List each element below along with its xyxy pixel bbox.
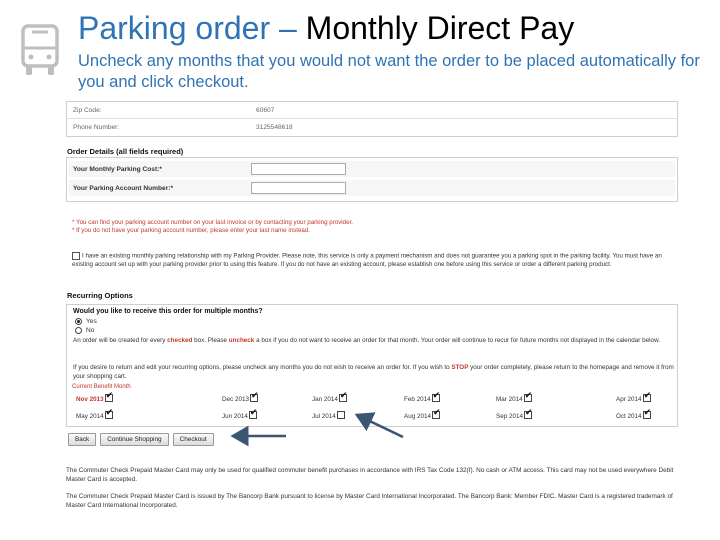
recurring-edit-instructions: If you desire to return and edit your re… bbox=[73, 363, 677, 381]
month-checkbox[interactable] bbox=[431, 408, 441, 419]
recurring-instructions: An order will be created for every check… bbox=[73, 336, 677, 345]
month-checkbox[interactable] bbox=[104, 408, 113, 419]
month-label: Nov 2013 bbox=[76, 396, 104, 403]
address-row: Phone Number: 3125548618 bbox=[67, 119, 677, 136]
month-cell[interactable]: Apr 2014 bbox=[616, 391, 651, 403]
agreement-text-block: I have an existing monthly parking relat… bbox=[72, 252, 678, 270]
month-label: Jun 2014 bbox=[222, 413, 248, 420]
parking-account-input[interactable] bbox=[251, 182, 346, 194]
form-row: Your Monthly Parking Cost:* bbox=[69, 161, 675, 177]
month-cell[interactable]: May 2014 bbox=[76, 408, 113, 420]
month-cell[interactable]: Mar 2014 bbox=[496, 391, 532, 403]
month-checkbox[interactable] bbox=[248, 408, 257, 419]
address-table: Zip Code: 60607 Phone Number: 3125548618 bbox=[66, 101, 678, 137]
instr-text-e: a box if you do not want to receive an o… bbox=[254, 337, 661, 344]
month-checkbox[interactable] bbox=[338, 391, 347, 402]
address-value: 3125548618 bbox=[256, 124, 293, 131]
recurring-options-heading: Recurring Options bbox=[67, 291, 133, 300]
month-cell[interactable]: Oct 2014 bbox=[616, 408, 651, 420]
parking-account-label: Your Parking Account Number:* bbox=[73, 184, 174, 192]
slide-title-part2: Monthly Direct Pay bbox=[296, 10, 575, 46]
month-cell[interactable]: Jul 2014 bbox=[312, 411, 345, 420]
footer-issuer-notice: The Commuter Check Prepaid Master Card i… bbox=[66, 493, 673, 509]
radio-yes[interactable]: Yes bbox=[75, 318, 97, 325]
address-label: Phone Number: bbox=[73, 124, 120, 131]
agreement-text: I have an existing monthly parking relat… bbox=[72, 252, 662, 269]
radio-no-label: No bbox=[86, 327, 95, 334]
radio-yes-dot[interactable] bbox=[75, 318, 82, 325]
instr-checked: checked bbox=[167, 337, 193, 344]
month-checkbox[interactable] bbox=[523, 391, 532, 402]
month-label: Jul 2014 bbox=[312, 413, 336, 420]
month-cell[interactable]: Aug 2014 bbox=[404, 408, 441, 420]
agreement-checkbox[interactable] bbox=[72, 252, 80, 260]
month-label: Aug 2014 bbox=[404, 413, 431, 420]
month-cell[interactable]: Nov 2013 bbox=[76, 391, 113, 403]
address-label: Zip Code: bbox=[73, 106, 102, 114]
parking-cost-label: Your Monthly Parking Cost:* bbox=[73, 165, 162, 173]
footer-disclaimer: The Commuter Check Prepaid Master Card m… bbox=[66, 467, 674, 483]
instr-text-a: An order will be created for every bbox=[73, 337, 168, 344]
multiple-months-question: Would you like to receive this order for… bbox=[73, 308, 263, 315]
slide-title: Parking order – Monthly Direct Pay bbox=[78, 10, 574, 47]
order-page-screenshot: Zip Code: 60607 Phone Number: 3125548618… bbox=[64, 100, 680, 520]
month-label: Jan 2014 bbox=[312, 396, 338, 403]
order-details-heading: Order Details (all fields required) bbox=[67, 147, 184, 156]
account-number-note: * You can find your parking account numb… bbox=[72, 219, 354, 226]
month-checkbox[interactable] bbox=[523, 408, 533, 419]
action-buttons: Back Continue Shopping Checkout bbox=[68, 433, 214, 446]
instr-uncheck: uncheck bbox=[228, 337, 255, 344]
month-label: Sep 2014 bbox=[496, 413, 523, 420]
month-checkbox[interactable] bbox=[104, 391, 113, 402]
back-button[interactable]: Back bbox=[68, 433, 97, 446]
parking-cost-input[interactable] bbox=[251, 163, 346, 175]
current-benefit-month-label: Current Benefit Month bbox=[72, 384, 131, 390]
form-row: Your Parking Account Number:* bbox=[69, 180, 675, 196]
checkout-button[interactable]: Checkout bbox=[172, 433, 214, 446]
slide-subtitle: Uncheck any months that you would not wa… bbox=[78, 52, 700, 91]
month-cell[interactable]: Feb 2014 bbox=[404, 391, 440, 403]
month-label: Mar 2014 bbox=[496, 396, 523, 403]
radio-no[interactable]: No bbox=[75, 327, 94, 334]
slide-title-part1: Parking order – bbox=[78, 10, 297, 46]
radio-yes-label: Yes bbox=[86, 318, 97, 325]
month-label: Dec 2013 bbox=[222, 396, 249, 403]
month-cell[interactable]: Dec 2013 bbox=[222, 391, 259, 403]
month-checkbox[interactable] bbox=[431, 391, 440, 402]
edit-stop: STOP bbox=[451, 364, 469, 371]
instr-text-c: box. Please bbox=[192, 337, 229, 344]
month-label: Oct 2014 bbox=[616, 413, 642, 420]
radio-no-dot[interactable] bbox=[75, 327, 82, 334]
bus-icon bbox=[21, 24, 59, 75]
month-cell[interactable]: Sep 2014 bbox=[496, 408, 533, 420]
month-checkbox[interactable] bbox=[336, 411, 345, 419]
month-label: May 2014 bbox=[76, 413, 104, 420]
address-row: Zip Code: 60607 bbox=[67, 102, 677, 119]
order-details-form: Your Monthly Parking Cost:* Your Parking… bbox=[66, 157, 678, 202]
month-label: Apr 2014 bbox=[616, 396, 642, 403]
last-name-note: * If you do not have your parking accoun… bbox=[72, 227, 311, 234]
month-checkbox[interactable] bbox=[642, 391, 651, 402]
month-cell[interactable]: Jan 2014 bbox=[312, 391, 347, 403]
month-label: Feb 2014 bbox=[404, 396, 431, 403]
month-checkbox[interactable] bbox=[642, 408, 651, 419]
edit-text-a: If you desire to return and edit your re… bbox=[73, 364, 452, 371]
continue-shopping-button[interactable]: Continue Shopping bbox=[100, 433, 169, 446]
month-checkbox[interactable] bbox=[249, 391, 259, 402]
address-value: 60607 bbox=[256, 106, 275, 114]
recurring-options-box: Would you like to receive this order for… bbox=[66, 304, 678, 427]
month-cell[interactable]: Jun 2014 bbox=[222, 408, 257, 420]
